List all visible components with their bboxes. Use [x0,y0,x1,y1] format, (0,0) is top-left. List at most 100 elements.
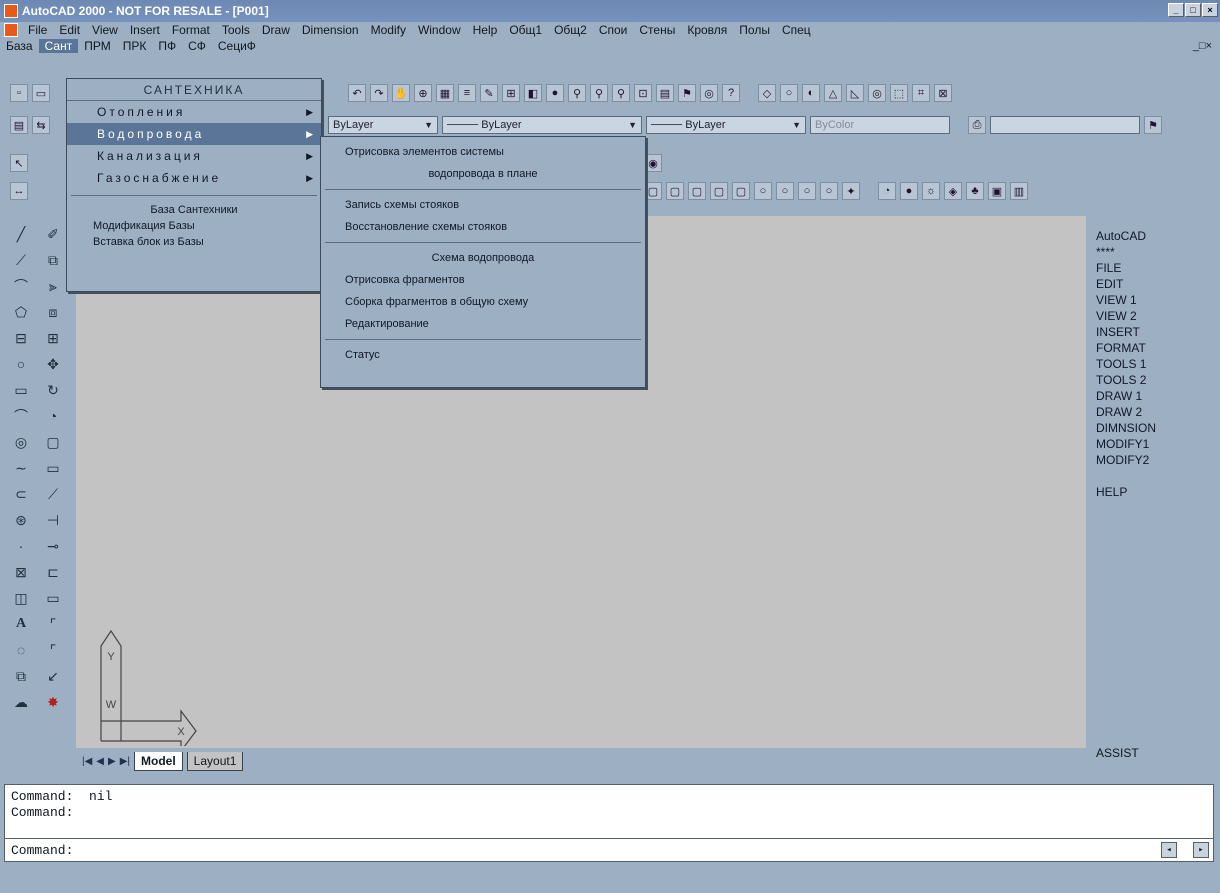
submenu-item-redaktirovanie[interactable]: Редактирование [321,313,645,335]
solid-sphere-icon[interactable]: ▢ [710,182,728,200]
screen-menu-item[interactable] [1088,468,1220,484]
gradient-icon[interactable]: ◌ [6,638,36,662]
line-icon[interactable]: ╱ [6,222,36,246]
refresh-icon[interactable]: ◉ [644,154,662,172]
tab-next-icon[interactable]: ▶ [108,756,116,767]
properties-icon[interactable]: ✎ [480,84,498,102]
minimize-icon[interactable]: _ [1168,3,1184,17]
ellipse-arc-icon[interactable]: ∼ [6,456,36,480]
screen-menu-item[interactable]: INSERT [1088,324,1220,340]
submenu-item-vosstanovlenie-shemy[interactable]: Восстановление схемы стояков [321,216,645,238]
view-front-icon[interactable]: ◺ [846,84,864,102]
chamfer-icon[interactable]: ▭ [38,586,68,610]
menu-window[interactable]: Window [412,23,467,37]
linetype-dropdown[interactable]: ──── ByLayer ▼ [442,116,642,134]
menu-format[interactable]: Format [166,23,216,37]
view-world-icon[interactable]: ⊠ [934,84,952,102]
view-back-icon[interactable]: ◎ [868,84,886,102]
tab-layout1[interactable]: Layout1 [186,751,244,771]
menu-dimension[interactable]: Dimension [296,23,365,37]
screen-menu-item[interactable]: MODIFY1 [1088,436,1220,452]
screen-menu-item[interactable]: VIEW 1 [1088,292,1220,308]
screen-menu-item[interactable]: TOOLS 1 [1088,356,1220,372]
menu-prm[interactable]: ПРМ [78,39,117,53]
view-left-icon[interactable]: ◐ [802,84,820,102]
ortho-icon[interactable]: ≡ [458,84,476,102]
zoom-out-icon[interactable]: ⚲ [612,84,630,102]
layers-icon[interactable]: ▤ [656,84,674,102]
grid-icon[interactable]: ▦ [436,84,454,102]
arc-icon[interactable]: ○ [6,352,36,376]
trim-icon[interactable]: ⟋ [38,482,68,506]
plotstyle-icon[interactable]: ⎙ [968,116,986,134]
lengthen-icon[interactable]: ▭ [38,456,68,480]
explode-red-icon[interactable]: ✸ [38,690,68,714]
view-top-icon[interactable]: ◇ [758,84,776,102]
copy-icon[interactable]: ⧉ [38,248,68,272]
maximize-icon[interactable]: □ [1185,3,1201,17]
dbconnect-icon[interactable]: ◎ [700,84,718,102]
view-right-icon[interactable]: △ [824,84,842,102]
screen-menu-item[interactable]: **** [1088,244,1220,260]
menu-modify[interactable]: Modify [365,23,412,37]
realtime-pan-icon[interactable]: ● [546,84,564,102]
spline-icon[interactable]: ⌒ [6,404,36,428]
polyline-icon[interactable]: ⌒ [6,274,36,298]
polygon-icon[interactable]: ⬠ [6,300,36,324]
join-icon[interactable]: ↙ [38,664,68,688]
menu-baza[interactable]: База [0,39,39,53]
submenu-item-otrisovka-elementov[interactable]: Отрисовка элементов системы [321,141,645,163]
screen-menu-item[interactable]: FILE [1088,260,1220,276]
layer-prev-icon[interactable]: ⇆ [32,116,50,134]
document-icon[interactable] [4,23,18,37]
menu-item-vstavka-bloka[interactable]: Вставка блок из Базы [67,234,321,250]
revcloud-icon[interactable]: ☁ [6,690,36,714]
screen-menu-item[interactable]: AutoCAD [1088,228,1220,244]
hatch-icon[interactable]: ⊠ [6,560,36,584]
redo-icon[interactable]: ↷ [370,84,388,102]
solid-slice-icon[interactable]: ○ [820,182,838,200]
menu-tools[interactable]: Tools [216,23,256,37]
submenu-item-zapis-shemy[interactable]: Запись схемы стояков [321,194,645,216]
menu-help[interactable]: Help [467,23,504,37]
break-at-point-icon[interactable]: ⊏ [38,560,68,584]
extend-icon[interactable]: ⊣ [38,508,68,532]
layer-dropdown[interactable]: ByLayer ▼ [328,116,438,134]
menu-spec[interactable]: Спец [776,23,817,37]
submenu-item-sborka-fragmentov[interactable]: Сборка фрагментов в общую схему [321,291,645,313]
explode-icon[interactable]: ⌜ [38,638,68,662]
menu-item-vodoprovoda[interactable]: Водопровода ▶ [67,123,321,145]
erase-icon[interactable]: ✐ [38,222,68,246]
tab-last-icon[interactable]: ▶| [120,756,130,767]
menu-item-modifikaciya-bazy[interactable]: Модификация Базы [67,218,321,234]
menu-prk[interactable]: ПРК [117,39,153,53]
menu-obsh1[interactable]: Общ1 [503,23,548,37]
menu-sant[interactable]: Сант [38,39,79,53]
array-icon[interactable]: ⊞ [38,326,68,350]
solid-extrude-icon[interactable]: ○ [776,182,794,200]
fillet-icon[interactable]: ⌜ [38,612,68,636]
menu-item-kanalizaciya[interactable]: Канализация ▶ [67,145,321,167]
lineweight-dropdown[interactable]: ──── ByLayer ▼ [646,116,806,134]
offset-icon[interactable]: ⧈ [38,300,68,324]
fog-icon[interactable]: ▥ [1010,182,1028,200]
document-window-controls[interactable]: _□× [1187,40,1218,52]
solid-torus-icon[interactable]: ○ [754,182,772,200]
dimension-icon[interactable]: ↔ [10,182,28,200]
menu-item-baza-santehniki[interactable]: База Сантехники [67,202,321,218]
construction-line-icon[interactable]: ⟋ [6,248,36,272]
point-icon[interactable]: · [6,534,36,558]
new-icon[interactable]: ▫ [10,84,28,102]
mtext-icon[interactable]: A [6,612,36,636]
render-icon[interactable]: ◔ [878,182,896,200]
menu-item-gazosnabzhenie[interactable]: Газоснабжение ▶ [67,167,321,189]
menu-pf[interactable]: ПФ [152,39,182,53]
submenu-item-shema-vodoprovoda[interactable]: Схема водопровода [321,247,645,269]
submenu-item-v-plane[interactable]: водопровода в плане [321,163,645,185]
screen-menu-item[interactable]: VIEW 2 [1088,308,1220,324]
solid-section-icon[interactable]: ✦ [842,182,860,200]
table-icon[interactable]: ⧉ [6,664,36,688]
solid-revolve-icon[interactable]: ○ [798,182,816,200]
mirror-icon[interactable]: ⫸ [38,274,68,298]
snap-icon[interactable]: ⊕ [414,84,432,102]
